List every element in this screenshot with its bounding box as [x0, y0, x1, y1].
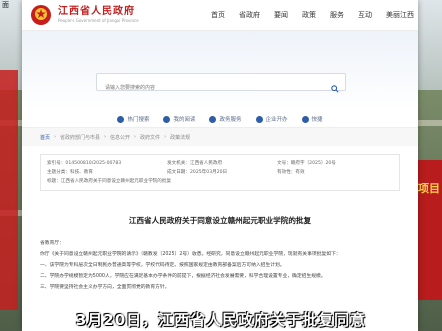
body-paragraph: 一、该学院为专科层次全日制民办普通高等学校，学校代码待定。按照国家规定由教育部备… — [40, 263, 285, 268]
search-box[interactable] — [96, 73, 346, 97]
reading-icon — [163, 115, 171, 123]
red-banner-right: 项目 — [416, 160, 442, 300]
banner-text: 项目 — [418, 182, 440, 195]
web-page: 江西省人民政府 People's Government of Jiangxi P… — [22, 0, 418, 331]
quick-tab[interactable]: 企业开办 — [255, 115, 288, 123]
validity: 有效 — [295, 170, 305, 175]
main-nav: 首页 省政府 要闻 政策 服务 互动 美丽江西 — [197, 10, 414, 20]
index-number: 014500810/2025-00783 — [65, 161, 122, 166]
site-header: 江西省人民政府 People's Government of Jiangxi P… — [22, 0, 418, 31]
search-hero — [22, 31, 418, 111]
body-paragraph: 三、学院要坚持社会主义办学方向，全面贯彻党的教育方针。 — [40, 285, 170, 290]
site-name: 江西省人民政府 — [58, 6, 135, 17]
nav-news[interactable]: 要闻 — [274, 10, 288, 20]
metadata-title: 江西省人民政府关于同意设立赣州起元职业学院的批复 — [60, 179, 172, 184]
search-icon[interactable] — [331, 78, 339, 97]
nav-provincial-government[interactable]: 省政府 — [239, 10, 260, 20]
quick-tab[interactable]: 我的阅读 — [163, 115, 195, 123]
breadcrumb-item[interactable]: 政策法规 — [170, 134, 190, 141]
quick-tab[interactable]: 快捷 — [301, 115, 323, 123]
red-banner-left — [0, 70, 18, 310]
body-paragraph: 你厅《关于同意设立赣州起元职业学院的请示》（赣教发〔2025〕2号）收悉。经研究… — [40, 252, 341, 257]
nav-beautiful-jiangxi[interactable]: 美丽江西 — [386, 10, 414, 20]
quick-tabs: 热门搜索 我的阅读 政务服务 企业开办 快捷 — [22, 111, 418, 128]
category: 科技、教育 — [69, 170, 93, 175]
nav-policy[interactable]: 政策 — [302, 10, 316, 20]
caption-text: 3月20日，江西省人民政府关于批复同意 — [75, 311, 367, 329]
nav-services[interactable]: 服务 — [330, 10, 344, 20]
document-number: 赣府字〔2025〕20号 — [290, 161, 336, 166]
breadcrumb-item[interactable]: 政府文件 — [140, 134, 160, 141]
hot-search-icon — [117, 115, 125, 123]
breadcrumb: 首页 › 省政府部门与市县 › 信息公开 › 政府文件 › 政策法规 — [22, 128, 418, 146]
shortcut-icon — [301, 115, 309, 123]
nav-home[interactable]: 首页 — [211, 10, 225, 20]
body-paragraph: 二、学院办学规模暂定为5000人，学院应在满足基本办学条件的前提下，根据经济社会… — [40, 274, 326, 279]
nav-interaction[interactable]: 互动 — [358, 10, 372, 20]
document-title: 江西省人民政府关于同意设立赣州起元职业学院的批复 — [128, 216, 312, 225]
site-name-en: People's Government of Jiangxi Province — [58, 18, 139, 23]
quick-tab[interactable]: 热门搜索 — [117, 115, 149, 123]
quick-tab[interactable]: 政务服务 — [209, 115, 242, 123]
site-brand[interactable]: 江西省人民政府 People's Government of Jiangxi P… — [58, 6, 139, 24]
written-date: 2025年03月20日 — [189, 170, 228, 175]
search-input[interactable] — [97, 79, 327, 97]
service-icon — [209, 115, 217, 123]
corner-text: 面 — [2, 1, 9, 9]
enterprise-icon — [255, 115, 263, 123]
national-emblem-icon[interactable] — [28, 3, 54, 27]
breadcrumb-item[interactable]: 信息公开 — [110, 134, 130, 141]
breadcrumb-item[interactable]: 首页 — [40, 134, 50, 141]
video-caption: 3月20日，江西省人民政府关于批复同意 — [0, 309, 442, 331]
issuer: 江西省人民政府 — [189, 161, 223, 166]
body-paragraph: 省教育厅： — [40, 241, 64, 246]
breadcrumb-item[interactable]: 省政府部门与市县 — [60, 134, 100, 141]
document-body: 省教育厅： 你厅《关于同意设立赣州起元职业学院的请示》（赣教发〔2025〕2号）… — [40, 238, 400, 293]
document-metadata: 索引号：014500810/2025-00783 发文机关：江西省人民政府 文号… — [40, 154, 400, 191]
